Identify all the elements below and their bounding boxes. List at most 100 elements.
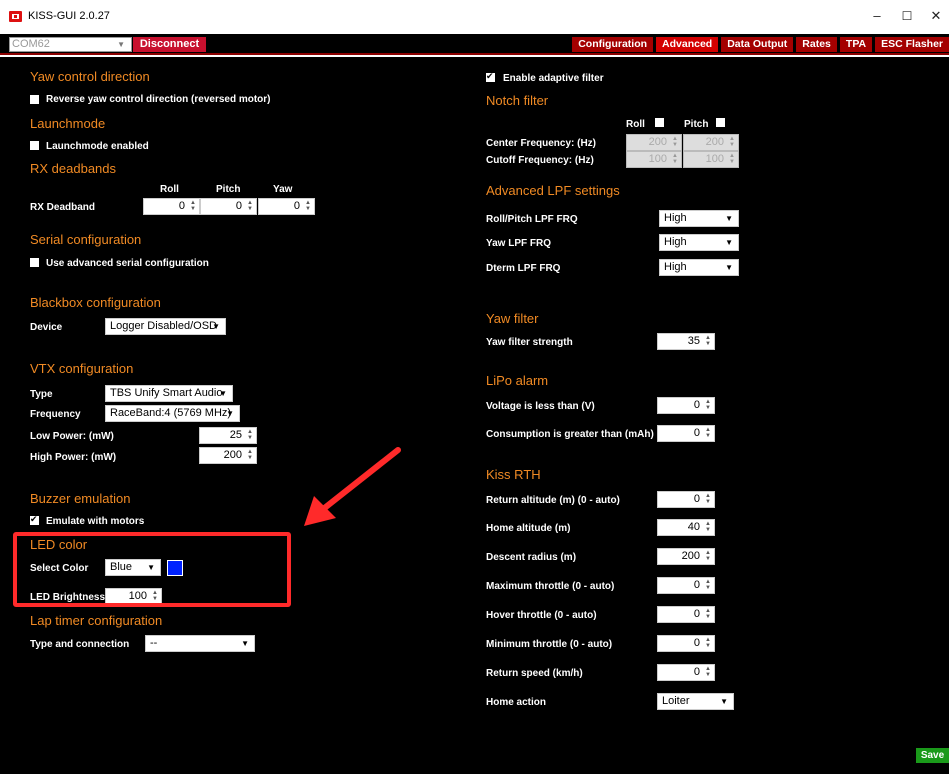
spinner-icon[interactable]: ▲ ▼	[246, 200, 254, 213]
spinner-icon[interactable]: ▲ ▼	[704, 493, 712, 506]
rx-yaw-value: 0	[293, 200, 300, 212]
min-throttle-input[interactable]: 0 ▲ ▼	[657, 635, 715, 652]
tab-esc-flasher[interactable]: ESC Flasher	[875, 37, 949, 52]
reverse-yaw-checkbox[interactable]	[30, 95, 39, 104]
rp-lpf-value: High	[664, 212, 687, 224]
spinner-icon[interactable]: ▲ ▼	[704, 427, 712, 440]
advanced-serial-checkbox[interactable]	[30, 258, 39, 267]
spinner-icon[interactable]: ▲ ▼	[246, 449, 254, 462]
spinner-icon[interactable]: ▲ ▼	[704, 335, 712, 348]
cutoff-roll-value: 100	[648, 153, 667, 165]
section-lipo-alarm: LiPo alarm	[486, 373, 549, 388]
return-altitude-input[interactable]: 0 ▲ ▼	[657, 491, 715, 508]
section-serial: Serial configuration	[30, 232, 142, 247]
yaw-lpf-select[interactable]: High ▼	[659, 234, 739, 251]
lap-type-select[interactable]: -- ▼	[145, 635, 255, 652]
port-select[interactable]: COM62 ▼	[9, 37, 132, 52]
vtx-high-power-input[interactable]: 200 ▲ ▼	[199, 447, 257, 464]
launchmode-label: Launchmode enabled	[46, 141, 149, 152]
return-altitude-label: Return altitude (m) (0 - auto)	[486, 495, 620, 506]
vtx-high-power-value: 200	[223, 449, 242, 461]
chevron-down-icon: ▼	[720, 697, 728, 706]
spinner-icon[interactable]: ▲ ▼	[704, 521, 712, 534]
notch-pitch-checkbox[interactable]	[716, 118, 725, 127]
yaw-lpf-label: Yaw LPF FRQ	[486, 238, 552, 249]
section-notch-filter: Notch filter	[486, 93, 549, 108]
blackbox-device-select[interactable]: Logger Disabled/OSD ▼	[105, 318, 226, 335]
spinner-icon[interactable]: ▲ ▼	[704, 637, 712, 650]
dterm-lpf-label: Dterm LPF FRQ	[486, 263, 561, 274]
lap-type-value: --	[150, 637, 158, 649]
consumption-input[interactable]: 0 ▲ ▼	[657, 425, 715, 442]
cutoff-frequency-roll-input[interactable]: 100 ▲ ▼	[626, 151, 682, 168]
window-titlebar: KISS-GUI 2.0.27 – ☐ ✕	[0, 0, 949, 34]
consumption-label: Consumption is greater than (mAh)	[486, 429, 654, 440]
spinner-icon[interactable]: ▲ ▼	[728, 153, 736, 166]
tab-advanced[interactable]: Advanced	[656, 37, 719, 52]
close-button[interactable]: ✕	[927, 8, 945, 24]
center-frequency-pitch-input[interactable]: 200 ▲ ▼	[683, 134, 739, 151]
spinner-icon[interactable]: ▲ ▼	[704, 579, 712, 592]
hover-throttle-input[interactable]: 0 ▲ ▼	[657, 606, 715, 623]
spinner-icon[interactable]: ▲ ▼	[704, 666, 712, 679]
max-throttle-value: 0	[693, 579, 700, 591]
hover-throttle-value: 0	[693, 608, 700, 620]
tab-configuration[interactable]: Configuration	[572, 37, 654, 52]
spinner-icon[interactable]: ▲ ▼	[704, 399, 712, 412]
rx-deadband-pitch-input[interactable]: 0 ▲ ▼	[200, 198, 257, 215]
app-logo-icon	[9, 11, 22, 22]
section-advanced-lpf: Advanced LPF settings	[486, 183, 620, 198]
return-speed-input[interactable]: 0 ▲ ▼	[657, 664, 715, 681]
spinner-icon[interactable]: ▲ ▼	[189, 200, 197, 213]
cutoff-frequency-pitch-input[interactable]: 100 ▲ ▼	[683, 151, 739, 168]
blackbox-device-label: Device	[30, 322, 63, 333]
rx-deadband-yaw-input[interactable]: 0 ▲ ▼	[258, 198, 315, 215]
spinner-icon[interactable]: ▲ ▼	[728, 136, 736, 149]
spinner-icon[interactable]: ▲ ▼	[304, 200, 312, 213]
spinner-icon[interactable]: ▲ ▼	[246, 429, 254, 442]
spinner-icon[interactable]: ▲ ▼	[671, 153, 679, 166]
rx-deadband-roll-input[interactable]: 0 ▲ ▼	[143, 198, 200, 215]
section-blackbox: Blackbox configuration	[30, 295, 161, 310]
section-vtx: VTX configuration	[30, 361, 134, 376]
maximize-button[interactable]: ☐	[898, 8, 916, 24]
home-altitude-label: Home altitude (m)	[486, 523, 571, 534]
home-action-select[interactable]: Loiter ▼	[657, 693, 734, 710]
dterm-lpf-select[interactable]: High ▼	[659, 259, 739, 276]
vtx-frequency-select[interactable]: RaceBand:4 (5769 MHz) ▼	[105, 405, 240, 422]
adaptive-filter-label: Enable adaptive filter	[503, 73, 604, 84]
emulate-motors-checkbox[interactable]	[30, 514, 39, 525]
max-throttle-input[interactable]: 0 ▲ ▼	[657, 577, 715, 594]
rx-head-roll: Roll	[160, 184, 179, 195]
minimize-button[interactable]: –	[868, 8, 886, 24]
chevron-down-icon: ▼	[219, 389, 227, 398]
vtx-low-power-input[interactable]: 25 ▲ ▼	[199, 427, 257, 444]
launchmode-checkbox[interactable]	[30, 141, 39, 150]
disconnect-button[interactable]: Disconnect	[133, 37, 206, 52]
vtx-low-power-value: 25	[229, 429, 242, 441]
tab-tpa[interactable]: TPA	[839, 37, 873, 52]
yaw-filter-input[interactable]: 35 ▲ ▼	[657, 333, 715, 350]
center-frequency-roll-input[interactable]: 200 ▲ ▼	[626, 134, 682, 151]
voltage-input[interactable]: 0 ▲ ▼	[657, 397, 715, 414]
emulate-motors-label: Emulate with motors	[46, 516, 145, 527]
tab-data-output[interactable]: Data Output	[721, 37, 794, 52]
annotation-arrow	[304, 447, 401, 526]
spinner-icon[interactable]: ▲ ▼	[671, 136, 679, 149]
vtx-type-select[interactable]: TBS Unify Smart Audio ▼	[105, 385, 233, 402]
section-yaw-filter: Yaw filter	[486, 311, 539, 326]
home-altitude-input[interactable]: 40 ▲ ▼	[657, 519, 715, 536]
spinner-icon[interactable]: ▲ ▼	[704, 550, 712, 563]
home-action-label: Home action	[486, 697, 547, 708]
cutoff-frequency-label: Cutoff Frequency: (Hz)	[486, 155, 594, 166]
center-roll-value: 200	[648, 136, 667, 148]
descent-radius-input[interactable]: 200 ▲ ▼	[657, 548, 715, 565]
notch-roll-checkbox[interactable]	[655, 118, 664, 127]
spinner-icon[interactable]: ▲ ▼	[704, 608, 712, 621]
max-throttle-label: Maximum throttle (0 - auto)	[486, 581, 615, 592]
tab-rates[interactable]: Rates	[796, 37, 837, 52]
rp-lpf-select[interactable]: High ▼	[659, 210, 739, 227]
home-action-value: Loiter	[662, 695, 690, 707]
adaptive-filter-checkbox[interactable]	[486, 71, 495, 82]
save-button[interactable]: Save	[916, 748, 949, 763]
